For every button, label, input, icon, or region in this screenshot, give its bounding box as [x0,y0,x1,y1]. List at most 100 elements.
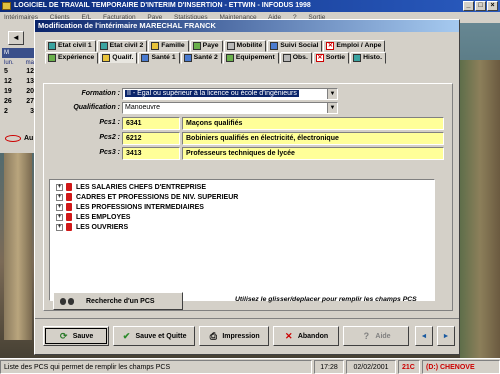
social-icon [270,42,279,50]
qualification-label: Qualification : [73,104,120,111]
tab-qualif[interactable]: Qualif. [99,52,138,64]
calendar-day[interactable]: 5 [4,68,8,78]
save-quit-label: Sauve et Quitte [135,332,187,340]
formation-select[interactable]: II - Egal ou supérieur à la licence ou é… [122,88,338,100]
calendar-day[interactable]: 13 [26,78,34,88]
calendar-dow: ma [25,60,34,66]
tree-item[interactable]: + LES OUVRIERS [50,222,434,232]
calendar-grid: 5 12 12 13 19 20 26 27 23 [4,68,34,118]
tree-item-label: LES EMPLOYES [76,213,131,221]
tab-suivi-social[interactable]: Suivi Social [267,40,323,52]
status-drive: (D:) CHENOVE [422,360,500,374]
chevron-down-icon[interactable]: ▼ [327,89,337,99]
pcs-tree[interactable]: + LES SALARIES CHEFS D'ENTREPRISE + CADRES… [49,179,435,301]
prev-record-button[interactable]: ◄ [415,326,433,346]
save-label: Sauve [72,332,94,340]
calendar-row: 23 [4,108,34,118]
tab-label: Suivi Social [280,42,319,49]
edit-interimaire-dialog: Modification de l'intérimaire MARECHAL F… [34,19,460,355]
tab-etat-civil-2[interactable]: Etat civil 2 [96,40,148,52]
tab-etat-civil-1[interactable]: Etat civil 1 [45,40,96,52]
tree-item[interactable]: + CADRES ET PROFESSIONS DE NIV. SUPERIEUR [50,192,434,202]
next-record-button[interactable]: ► [437,326,455,346]
calendar-day[interactable]: 27 [26,98,34,108]
drag-hint: Utilisez le glisser/deplacer pour rempli… [235,296,417,303]
calendar-day[interactable]: 12 [26,68,34,78]
calendar-weekdays: lun. ma [4,60,34,66]
tab-mobilite[interactable]: Mobilité [223,40,267,52]
status-date: 02/02/2001 [346,360,396,374]
book-icon [66,223,72,231]
refresh-icon: ⟳ [59,331,68,341]
calendar-day[interactable]: 19 [4,88,12,98]
expand-icon[interactable]: + [56,213,63,221]
binoculars-icon [60,297,74,306]
tree-item[interactable]: + LES EMPLOYES [50,212,434,222]
action-separator [35,318,459,319]
car-icon [226,42,235,50]
chevron-down-icon[interactable]: ▼ [327,103,337,113]
tab-equipement[interactable]: Equipement [222,52,279,64]
tab-label: Famille [161,42,185,49]
help-label: Aide [375,332,391,340]
expand-icon[interactable]: + [56,183,63,191]
expand-icon[interactable]: + [56,203,63,211]
arrow-right-icon: ► [442,332,450,340]
pcs3-desc-field[interactable]: Professeurs techniques de lycée [182,147,444,160]
calendar-day[interactable]: 12 [4,78,12,88]
check-icon: ✔ [122,331,131,341]
tab-emploi-anpe[interactable]: ✕ Emploi / Anpe [323,40,386,52]
close-button[interactable]: × [487,1,498,11]
calendar-day[interactable]: 20 [26,88,34,98]
save-button[interactable]: ⟳ Sauve [43,326,109,346]
tab-label: Histo. [363,54,382,61]
menu-interimaires[interactable]: Intérimaires [4,14,38,21]
minimize-button[interactable]: _ [463,1,474,11]
qualification-select[interactable]: Manoeuvre ▼ [122,102,338,114]
background-ruin-right [460,60,500,360]
family-icon [151,42,160,50]
tab-histo[interactable]: Histo. [350,52,386,64]
cancel-button[interactable]: ✕ Abandon [273,326,339,346]
tab-label: Emploi / Anpe [336,42,382,49]
cross-icon: ✕ [315,54,324,62]
arrow-left-icon: ◄ [420,332,428,340]
tab-sortie[interactable]: ✕ Sortie [312,52,350,64]
pcs1-code-field[interactable]: 6341 [122,117,180,130]
tab-paye[interactable]: Paye [189,40,223,52]
pcs2-desc-field[interactable]: Bobiniers qualifiés en électricité, élec… [182,132,444,145]
pcs2-code-field[interactable]: 6212 [122,132,180,145]
tab-label: Sortie [325,54,346,61]
tab-obs[interactable]: Obs. [279,52,312,64]
pcs1-desc-field[interactable]: Maçons qualifiés [182,117,444,130]
tab-experience[interactable]: Expérience [45,52,99,64]
dialog-titlebar: Modification de l'intérimaire MARECHAL F… [35,20,459,32]
print-label: Impression [222,332,260,340]
book-icon [66,203,72,211]
app-titlebar: LOGICIEL DE TRAVAIL TEMPORAIRE D'INTERIM… [0,0,500,12]
tree-item[interactable]: + LES SALARIES CHEFS D'ENTREPRISE [50,182,434,192]
search-pcs-button[interactable]: Recherche d'un PCS [53,292,183,310]
calendar-nav-left-icon[interactable]: ◄ [8,31,24,45]
tree-item[interactable]: + LES PROFESSIONS INTERMEDIAIRES [50,202,434,212]
tab-sante-1[interactable]: Santé 1 [138,52,180,64]
qualif-icon [102,54,111,62]
tab-sante-2[interactable]: Santé 2 [180,52,222,64]
expand-icon[interactable]: + [56,223,63,231]
tab-label: Obs. [292,54,308,61]
calendar-day[interactable]: 26 [4,98,12,108]
health-icon [183,54,192,62]
tab-label: Santé 2 [193,54,218,61]
pcs3-code-field[interactable]: 3413 [122,147,180,160]
maximize-button[interactable]: □ [475,1,486,11]
tabs-row-1: Etat civil 1 Etat civil 2 Famille Paye M… [45,40,386,52]
money-icon [192,42,201,50]
expand-icon[interactable]: + [56,193,63,201]
print-button[interactable]: ⎙ Impression [199,326,269,346]
calendar-day[interactable]: 2 [4,108,8,118]
calendar-today-marker [5,135,21,142]
save-quit-button[interactable]: ✔ Sauve et Quitte [113,326,195,346]
tab-famille[interactable]: Famille [148,40,189,52]
tree-item-label: CADRES ET PROFESSIONS DE NIV. SUPERIEUR [76,193,239,201]
help-button[interactable]: ? Aide [343,326,409,346]
